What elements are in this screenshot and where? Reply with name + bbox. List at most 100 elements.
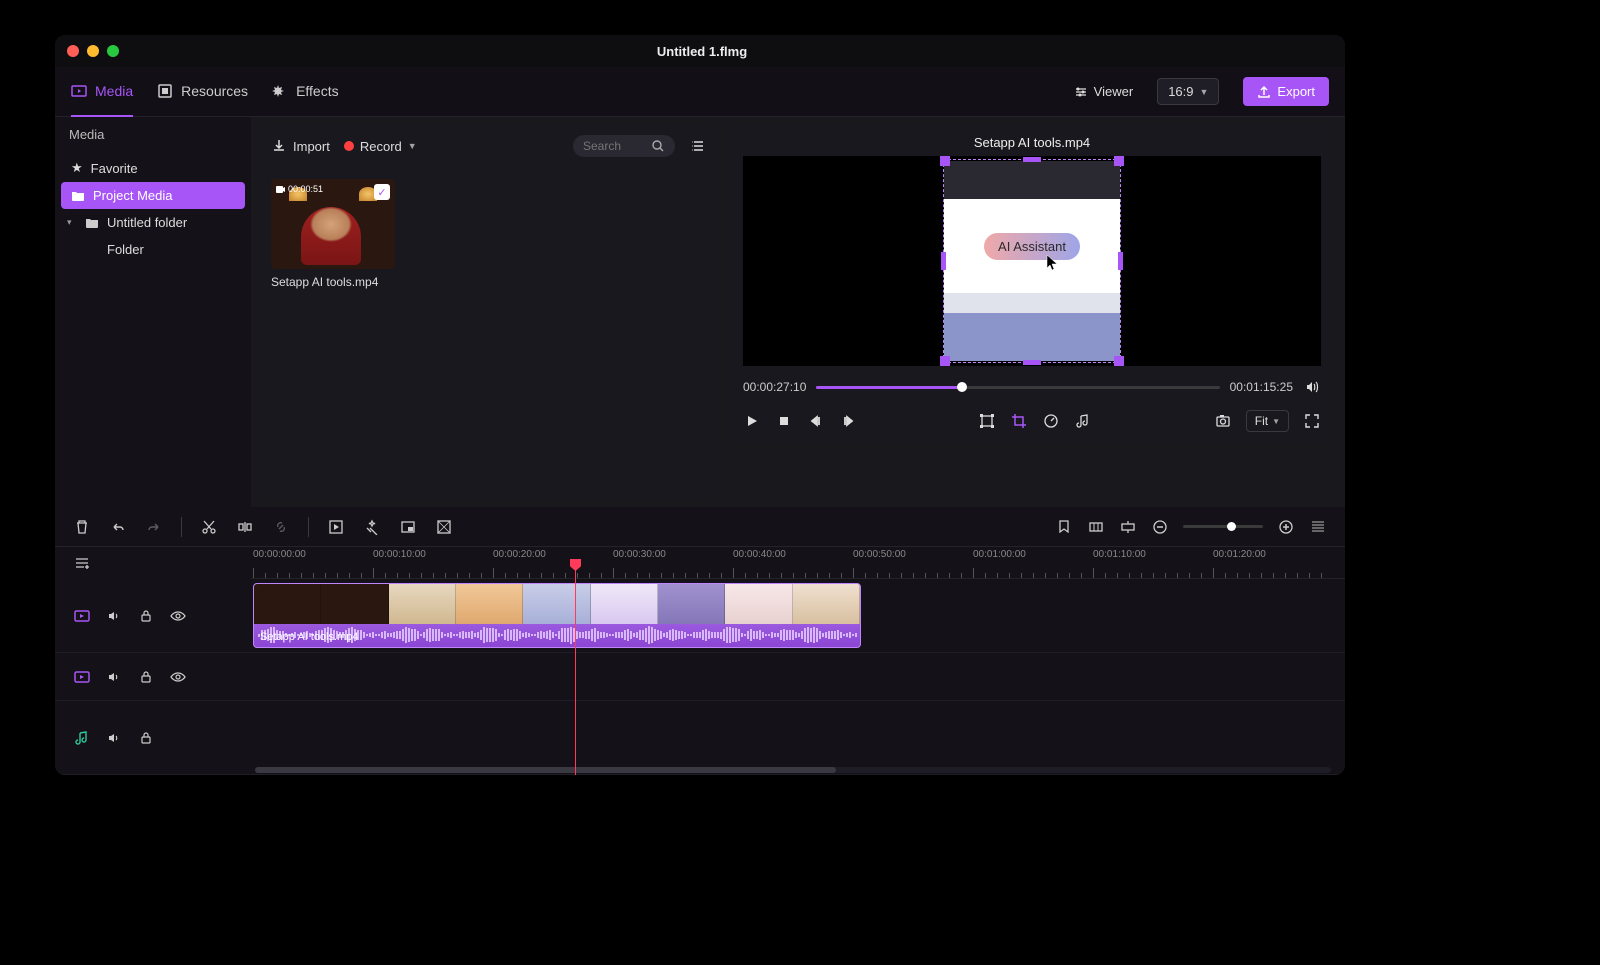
crop-button[interactable] (1010, 412, 1028, 430)
link-button[interactable] (272, 518, 290, 536)
ruler-label: 00:00:20:00 (493, 549, 546, 560)
transport-controls: Fit ▼ (743, 402, 1321, 434)
zoom-in-button[interactable] (1277, 518, 1295, 536)
export-button[interactable]: Export (1243, 77, 1329, 106)
import-button[interactable]: Import (271, 138, 330, 154)
scrub-handle[interactable] (957, 382, 967, 392)
sidebar-item-untitled-folder[interactable]: ▾ Untitled folder (61, 209, 245, 236)
resize-handle-r[interactable] (1118, 252, 1123, 270)
audio-track-icon (73, 729, 91, 747)
undo-button[interactable] (109, 518, 127, 536)
frame-forward-button[interactable] (839, 412, 857, 430)
nav-tabs: Media Resources Effects (71, 67, 339, 117)
window-title: Untitled 1.flmg (119, 44, 1285, 59)
transform-button[interactable] (978, 412, 996, 430)
media-sidebar: Media ★ Favorite Project Media ▾ Untitle… (55, 117, 251, 507)
time-ruler[interactable]: 00:00:00:0000:00:10:0000:00:20:0000:00:3… (251, 547, 1345, 579)
snap-button[interactable] (1119, 518, 1137, 536)
hide-track-button[interactable] (169, 607, 187, 625)
ruler-label: 00:01:00:00 (973, 549, 1026, 560)
snapshot-button[interactable] (1214, 412, 1232, 430)
fullscreen-button[interactable] (1303, 412, 1321, 430)
ripple-button[interactable] (1087, 518, 1105, 536)
track-lane-3[interactable] (251, 701, 1345, 775)
mute-track-button[interactable] (105, 668, 123, 686)
zoom-window-button[interactable] (107, 45, 119, 57)
resize-handle-br[interactable] (1114, 356, 1124, 366)
video-track-icon (73, 668, 91, 686)
timeline-clip[interactable]: Setapp AI tools.mp4 (253, 583, 861, 648)
track-lane-2[interactable] (251, 653, 1345, 701)
ruler-label: 00:00:30:00 (613, 549, 666, 560)
track-1-controls (55, 579, 251, 653)
delete-button[interactable] (73, 518, 91, 536)
volume-button[interactable] (1303, 378, 1321, 396)
mute-track-button[interactable] (105, 729, 123, 747)
scrub-bar[interactable] (816, 386, 1219, 389)
video-track-icon (73, 607, 91, 625)
tab-effects[interactable]: Effects (272, 67, 339, 117)
lock-track-button[interactable] (137, 668, 155, 686)
aspect-ratio-select[interactable]: 16:9 ▼ (1157, 78, 1219, 105)
add-track-button[interactable] (73, 554, 91, 572)
media-grid: 00:00:51 ✓ Setapp AI tools.mp4 (259, 167, 719, 301)
timeline-body: 00:00:00:0000:00:10:0000:00:20:0000:00:3… (55, 547, 1345, 775)
clip-label: Setapp AI tools.mp4 (260, 631, 358, 643)
fit-select[interactable]: Fit ▼ (1246, 410, 1289, 432)
frame-back-button[interactable] (807, 412, 825, 430)
hide-track-button[interactable] (169, 668, 187, 686)
chevron-down-icon: ▼ (1272, 417, 1280, 426)
speed-button[interactable] (1042, 412, 1060, 430)
search-input[interactable] (583, 139, 643, 153)
search-box[interactable] (573, 135, 675, 157)
play-button[interactable] (743, 412, 761, 430)
resize-handle-t[interactable] (1023, 157, 1041, 162)
marker-button[interactable] (1055, 518, 1073, 536)
resize-handle-b[interactable] (1023, 360, 1041, 365)
resize-handle-bl[interactable] (940, 356, 950, 366)
split-button[interactable] (236, 518, 254, 536)
effects-icon (272, 83, 288, 99)
stop-button[interactable] (775, 412, 793, 430)
video-canvas[interactable]: AI Assistant (743, 156, 1321, 366)
lock-track-button[interactable] (137, 607, 155, 625)
cut-button[interactable] (200, 518, 218, 536)
sidebar-item-project-media[interactable]: Project Media (61, 182, 245, 209)
record-button[interactable]: Record ▼ (344, 139, 417, 154)
sidebar-item-favorite[interactable]: ★ Favorite (61, 154, 245, 182)
zoom-slider[interactable] (1183, 525, 1263, 528)
clip-thumbnail: 00:00:51 ✓ (271, 179, 395, 269)
audio-button[interactable] (1074, 412, 1092, 430)
redo-button[interactable] (145, 518, 163, 536)
tracks-area[interactable]: 00:00:00:0000:00:10:0000:00:20:0000:00:3… (251, 547, 1345, 775)
viewer-button[interactable]: Viewer (1074, 84, 1134, 99)
magic-button[interactable] (363, 518, 381, 536)
freeze-frame-button[interactable] (327, 518, 345, 536)
sidebar-heading: Media (55, 117, 251, 152)
media-clip-item[interactable]: 00:00:51 ✓ Setapp AI tools.mp4 (271, 179, 395, 289)
pip-button[interactable] (399, 518, 417, 536)
timeline-scrollbar[interactable] (255, 767, 1331, 773)
sidebar-item-folder[interactable]: Folder (61, 236, 245, 263)
track-height-button[interactable] (1309, 518, 1327, 536)
playhead[interactable] (575, 561, 576, 775)
lock-track-button[interactable] (137, 729, 155, 747)
scrub-row: 00:00:27:10 00:01:15:25 (743, 366, 1321, 402)
folder-icon (71, 189, 85, 203)
resize-handle-tl[interactable] (940, 156, 950, 166)
close-window-button[interactable] (67, 45, 79, 57)
view-list-button[interactable] (689, 137, 707, 155)
timeline-scrollbar-thumb[interactable] (255, 767, 836, 773)
tab-resources[interactable]: Resources (157, 67, 248, 117)
track-lane-1[interactable]: Setapp AI tools.mp4 (251, 579, 1345, 653)
selection-box[interactable] (943, 159, 1121, 363)
mute-track-button[interactable] (105, 607, 123, 625)
tab-media[interactable]: Media (71, 67, 133, 117)
chevron-down-icon: ▾ (67, 217, 77, 228)
resize-handle-l[interactable] (941, 252, 946, 270)
minimize-window-button[interactable] (87, 45, 99, 57)
mask-button[interactable] (435, 518, 453, 536)
resize-handle-tr[interactable] (1114, 156, 1124, 166)
zoom-slider-handle[interactable] (1227, 522, 1236, 531)
zoom-out-button[interactable] (1151, 518, 1169, 536)
